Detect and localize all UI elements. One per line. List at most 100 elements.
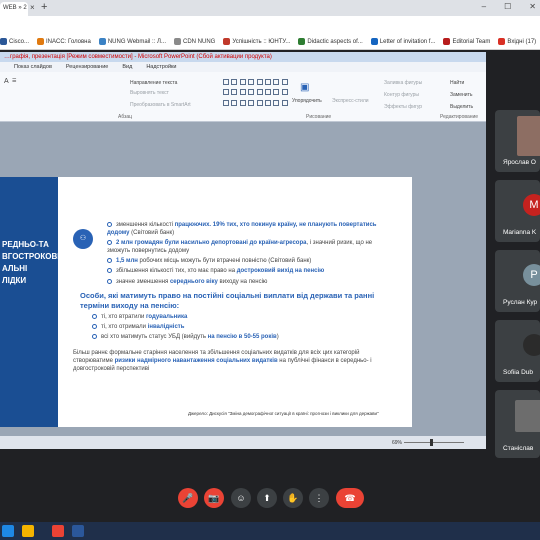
bookmark-0[interactable]: Cisco... [0,38,29,45]
menu-addins[interactable]: Надстройки [146,64,176,70]
editing-group-label: Редактирование [440,114,479,120]
shape-outline-button[interactable]: Контур фигуры [384,92,419,98]
select-button[interactable]: Выделить [450,104,473,110]
arrange-icon[interactable]: ▣ [300,82,309,93]
sub-bullet: всі хто матимуть статус УБД (вийдуть на … [92,333,362,341]
slide: РЕДНЬО-ТА ВГОСТРОКОВІ АЛЬНІ ЛІДКИ ⚇ змен… [0,177,412,427]
participant-video [515,400,540,432]
participant-name: Станіслав [503,445,534,452]
slide-left-title-line: РЕДНЬО-ТА [2,240,49,249]
close-icon[interactable]: ✕ [529,2,536,11]
minimize-icon[interactable]: ‒ [482,2,486,11]
bookmark-1[interactable]: INACC: Головна [37,38,91,45]
slide-left-title-line: ВГОСТРОКОВІ [2,252,60,261]
zoom-level: 69% [392,440,403,446]
mic-button[interactable]: 🎤 [178,488,198,508]
slide-left-panel: РЕДНЬО-ТА ВГОСТРОКОВІ АЛЬНІ ЛІДКИ [0,177,60,427]
slide-content: ⚇ зменшення кількості працюючих. 19% тих… [60,177,412,427]
present-button[interactable]: ⬆ [257,488,277,508]
participant-tile[interactable]: Sofiia Dub [495,320,540,382]
hang-up-button[interactable]: ☎ [336,488,364,508]
arrange-button[interactable]: Упорядочить [292,98,322,104]
bookmark-label: Didactic aspects of... [307,38,363,45]
ppt-menu-bar: Показ слайдов Рецензирование Вид Надстро… [0,62,486,72]
smartart-button[interactable]: Преобразовать в SmartArt [130,102,191,108]
bullet: значне зменшення середнього віку виходу … [107,278,377,286]
bullet: збільшення кількості тих, хто має право … [107,267,377,275]
emoji-button[interactable]: ☺ [231,488,251,508]
bookmark-label: Letter of invitation f... [379,38,436,45]
shapes-gallery[interactable] [223,79,289,109]
ppt-status-bar: 69% [0,436,486,449]
camera-button[interactable]: 📷 [204,488,224,508]
bookmark-favicon-icon [443,38,451,45]
align-text-button[interactable]: Выровнять текст [130,90,169,96]
text-direction-button[interactable]: Направление текста [130,80,177,86]
bookmark-3[interactable]: CDN NUNG [174,38,215,45]
slide-subheading: Особи, які матимуть право на постійні со… [80,291,375,310]
people-icon: ⚇ [73,229,93,249]
word-taskbar-icon[interactable] [72,525,84,537]
participant-tile[interactable]: Р Руслан Кур [495,250,540,312]
menu-slideshow[interactable]: Показ слайдов [14,64,52,70]
bookmark-4[interactable]: Успішність :: ЮНТУ... [223,38,290,45]
participant-avatar [523,334,540,356]
quick-styles-button[interactable]: Экспресс-стили [332,98,369,104]
zoom-slider[interactable] [404,442,464,443]
browser-tab[interactable]: WEB » 2 [0,2,28,16]
address-bar[interactable] [0,16,540,34]
raise-hand-button[interactable]: ✋ [283,488,303,508]
menu-view[interactable]: Вид [122,64,132,70]
replace-button[interactable]: Заменить [450,92,472,98]
browser-tab-strip: WEB » 2 × + ‒ ☐ ✕ [0,0,540,16]
participant-tile[interactable]: Ярослав О [495,110,540,172]
bookmark-favicon-icon [37,38,45,45]
text-direction-icon[interactable]: ☰ [12,78,16,84]
participant-name: Руслан Кур [503,299,538,306]
tab-title: WEB » 2 [3,5,27,11]
sub-bullet: ті, хто втратили годувальника [92,313,362,321]
meeting-controls: 🎤 📷 ☺ ⬆ ✋ ⋮ ☎ [0,488,540,512]
participant-tile[interactable]: M Marianna K [495,180,540,242]
browser-taskbar-icon[interactable] [52,525,64,537]
slide-source: Джерело: Дискусія "Зміна демографічної с… [188,411,379,416]
bullet: 1,5 млн робочих місць можуть бути втраче… [107,257,377,265]
tab-close-icon[interactable]: × [30,3,35,12]
bookmark-label: NUNG Webmail :: Л... [107,38,166,45]
bookmark-7[interactable]: Editorial Team [443,38,490,45]
menu-review[interactable]: Рецензирование [66,64,108,70]
ppt-ribbon: A ☰ Направление текста Выровнять текст П… [0,72,486,122]
zoom-slider-thumb[interactable] [430,439,433,446]
slide-left-title-line: ЛІДКИ [2,276,27,285]
participant-name: Marianna K [503,229,537,236]
window-controls: ‒ ☐ ✕ [482,2,536,11]
start-icon[interactable] [2,525,14,537]
bookmark-favicon-icon [370,38,378,45]
bookmark-6[interactable]: Letter of invitation f... [370,38,436,45]
bookmark-8[interactable]: Вхідні (17) [498,38,536,45]
bookmark-label: Editorial Team [452,38,491,45]
slide-left-title-line: АЛЬНІ [2,264,28,273]
paragraph-group-label: Абзац [118,114,133,120]
bookmark-5[interactable]: Didactic aspects of... [298,38,363,45]
participant-name: Ярослав О [503,159,536,166]
font-size-up-icon[interactable]: A [4,78,9,85]
participant-tile[interactable]: Станіслав [495,390,540,458]
ppt-title-bar: …графія, презентація [Режим совместимост… [0,52,486,62]
bookmark-label: CDN NUNG [183,38,216,45]
more-options-button[interactable]: ⋮ [309,488,329,508]
participant-name: Sofiia Dub [503,369,533,376]
bullet: 2 млн громадян були насильно депортовані… [107,239,373,254]
find-button[interactable]: Найти [450,80,464,86]
os-taskbar [0,522,540,540]
participant-video [517,116,540,156]
participant-avatar: Р [523,264,540,286]
new-tab-icon[interactable]: + [41,1,47,13]
file-explorer-icon[interactable] [22,525,34,537]
bookmark-2[interactable]: NUNG Webmail :: Л... [98,38,166,45]
participant-avatar: M [523,194,540,216]
shape-fill-button[interactable]: Заливка фигуры [384,80,422,86]
maximize-icon[interactable]: ☐ [504,2,511,11]
bookmark-label: INACC: Головна [46,38,91,45]
shape-effects-button[interactable]: Эффекты фигур [384,104,422,110]
